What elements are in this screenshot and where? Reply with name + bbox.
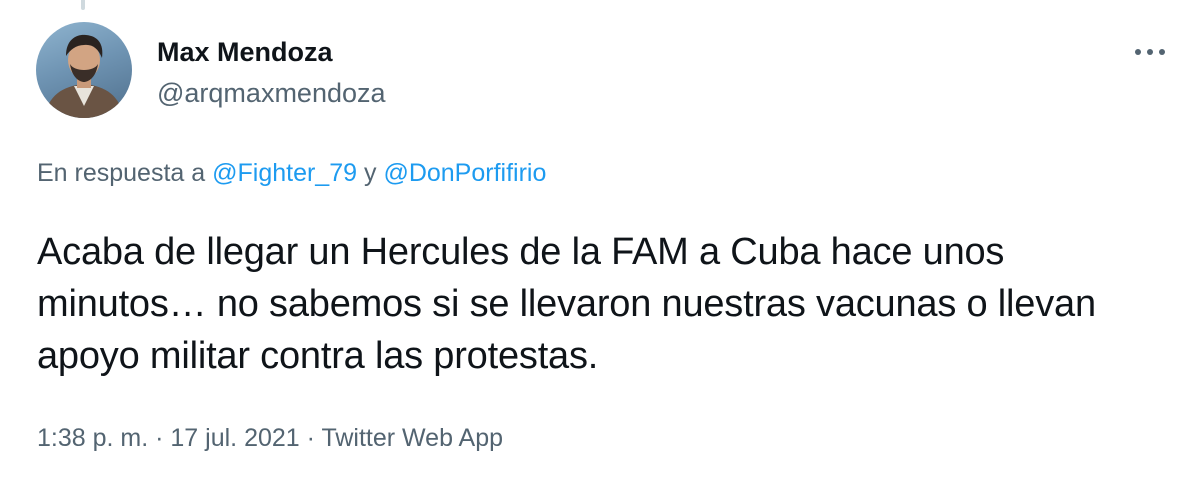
author-avatar[interactable] [36,22,132,118]
author-handle[interactable]: @arqmaxmendoza [157,77,386,109]
reply-mention-link[interactable]: @DonPorfifirio [383,159,546,187]
tweet-text: Acaba de llegar un Hercules de la FAM a … [37,231,1096,377]
user-avatar-icon [44,34,124,118]
tweet-metadata: 1:38 p. m. · 17 jul. 2021 · Twitter Web … [37,422,503,454]
reply-prefix: En respuesta a [37,159,206,187]
tweet-time-link[interactable]: 1:38 p. m. [37,424,148,452]
reply-context: En respuesta a @Fighter_79 y @DonPorfifi… [37,157,546,189]
reply-conjunction: y [363,159,377,187]
thread-connector-line [81,0,85,10]
meta-separator: · [306,424,315,452]
meta-separator: · [155,424,164,452]
author-display-name[interactable]: Max Mendoza [157,36,333,68]
reply-mention-link[interactable]: @Fighter_79 [212,159,357,187]
tweet-source-link[interactable]: Twitter Web App [321,424,503,452]
tweet-date-link[interactable]: 17 jul. 2021 [170,424,299,452]
more-horizontal-icon [1135,49,1165,55]
more-options-button[interactable] [1128,32,1172,72]
